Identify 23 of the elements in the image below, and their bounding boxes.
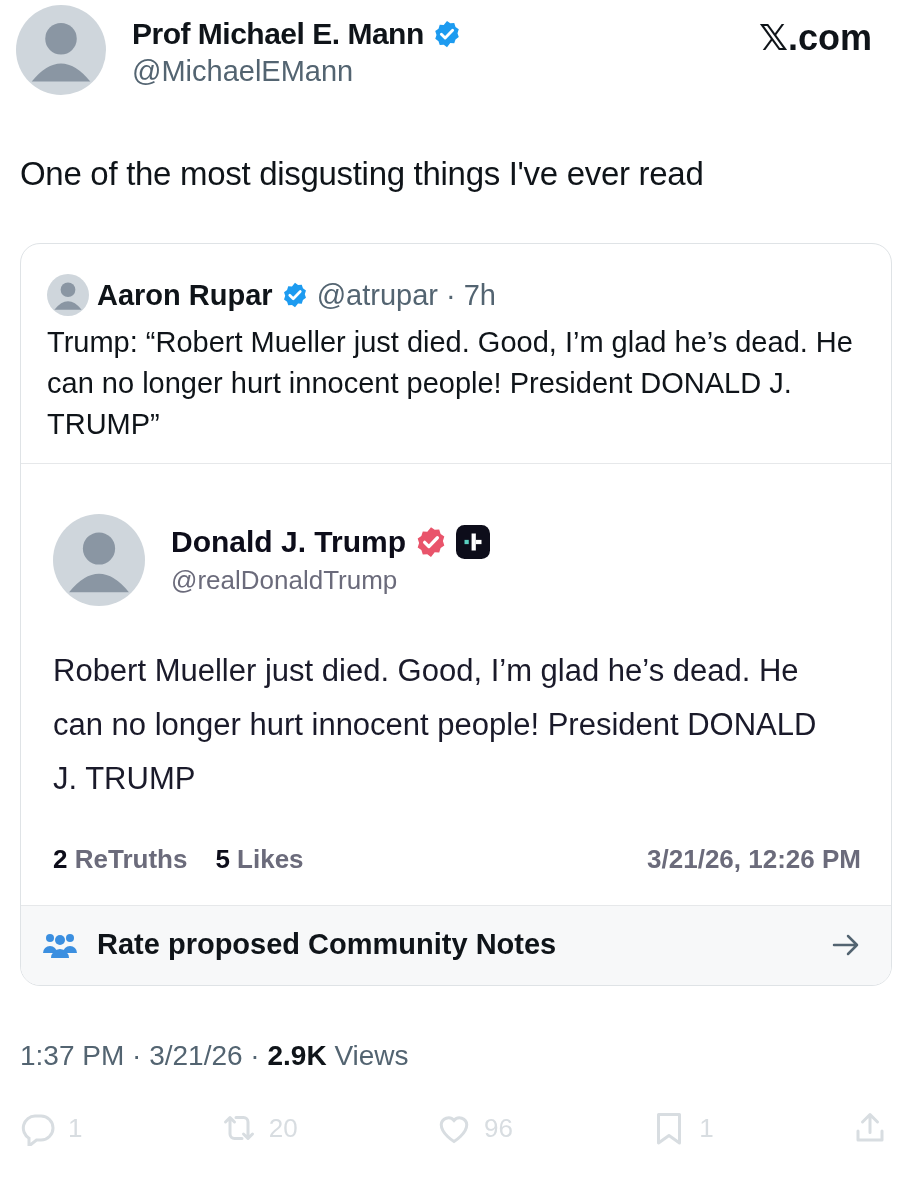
post-text: One of the most disgusting things I've ever read [20,155,705,193]
quote-age: 7h [463,278,496,312]
author-name[interactable]: Prof Michael E. Mann [132,17,424,51]
plus-icon [456,524,491,559]
post-meta: 1:37 PM · 3/21/26 · 2.9K Views [20,1040,410,1072]
community-notes-link[interactable]: Rate proposed Community Notes [21,905,891,985]
author-handle[interactable]: @MichaelEMann [132,55,759,88]
separator-dot: · [445,278,456,312]
quote-author-handle[interactable]: @atrupar [316,278,438,312]
avatar-icon[interactable] [53,514,145,606]
site-label: 𝕏.com [758,17,872,59]
avatar-icon[interactable] [47,274,89,316]
quote-card[interactable] [20,243,892,986]
post-stat: 5 Likes [215,844,304,875]
arrow-icon [831,932,861,957]
embed-author-handle: @realDonaldTrump [171,564,399,596]
avatar-icon[interactable] [16,5,106,95]
quote-author-name[interactable]: Aaron Rupar [97,278,273,312]
embed-author-name: Donald J. Trump [171,524,407,559]
embed-timestamp: 3/21/26, 12:26 PM [647,844,861,875]
post-stat: 2 ReTruths [53,844,188,875]
embed-text: Robert Mueller just died. Good, I’m glad he’s dead. He can no longer hurt innocent people! President DONALD J. TRUMP [53,652,818,798]
quote-text: Trump: “Robert Mueller just died. Good, I’m glad he’s dead. He can no longer hurt innocent people! President DONALD J. TRUMP” [46,325,854,442]
